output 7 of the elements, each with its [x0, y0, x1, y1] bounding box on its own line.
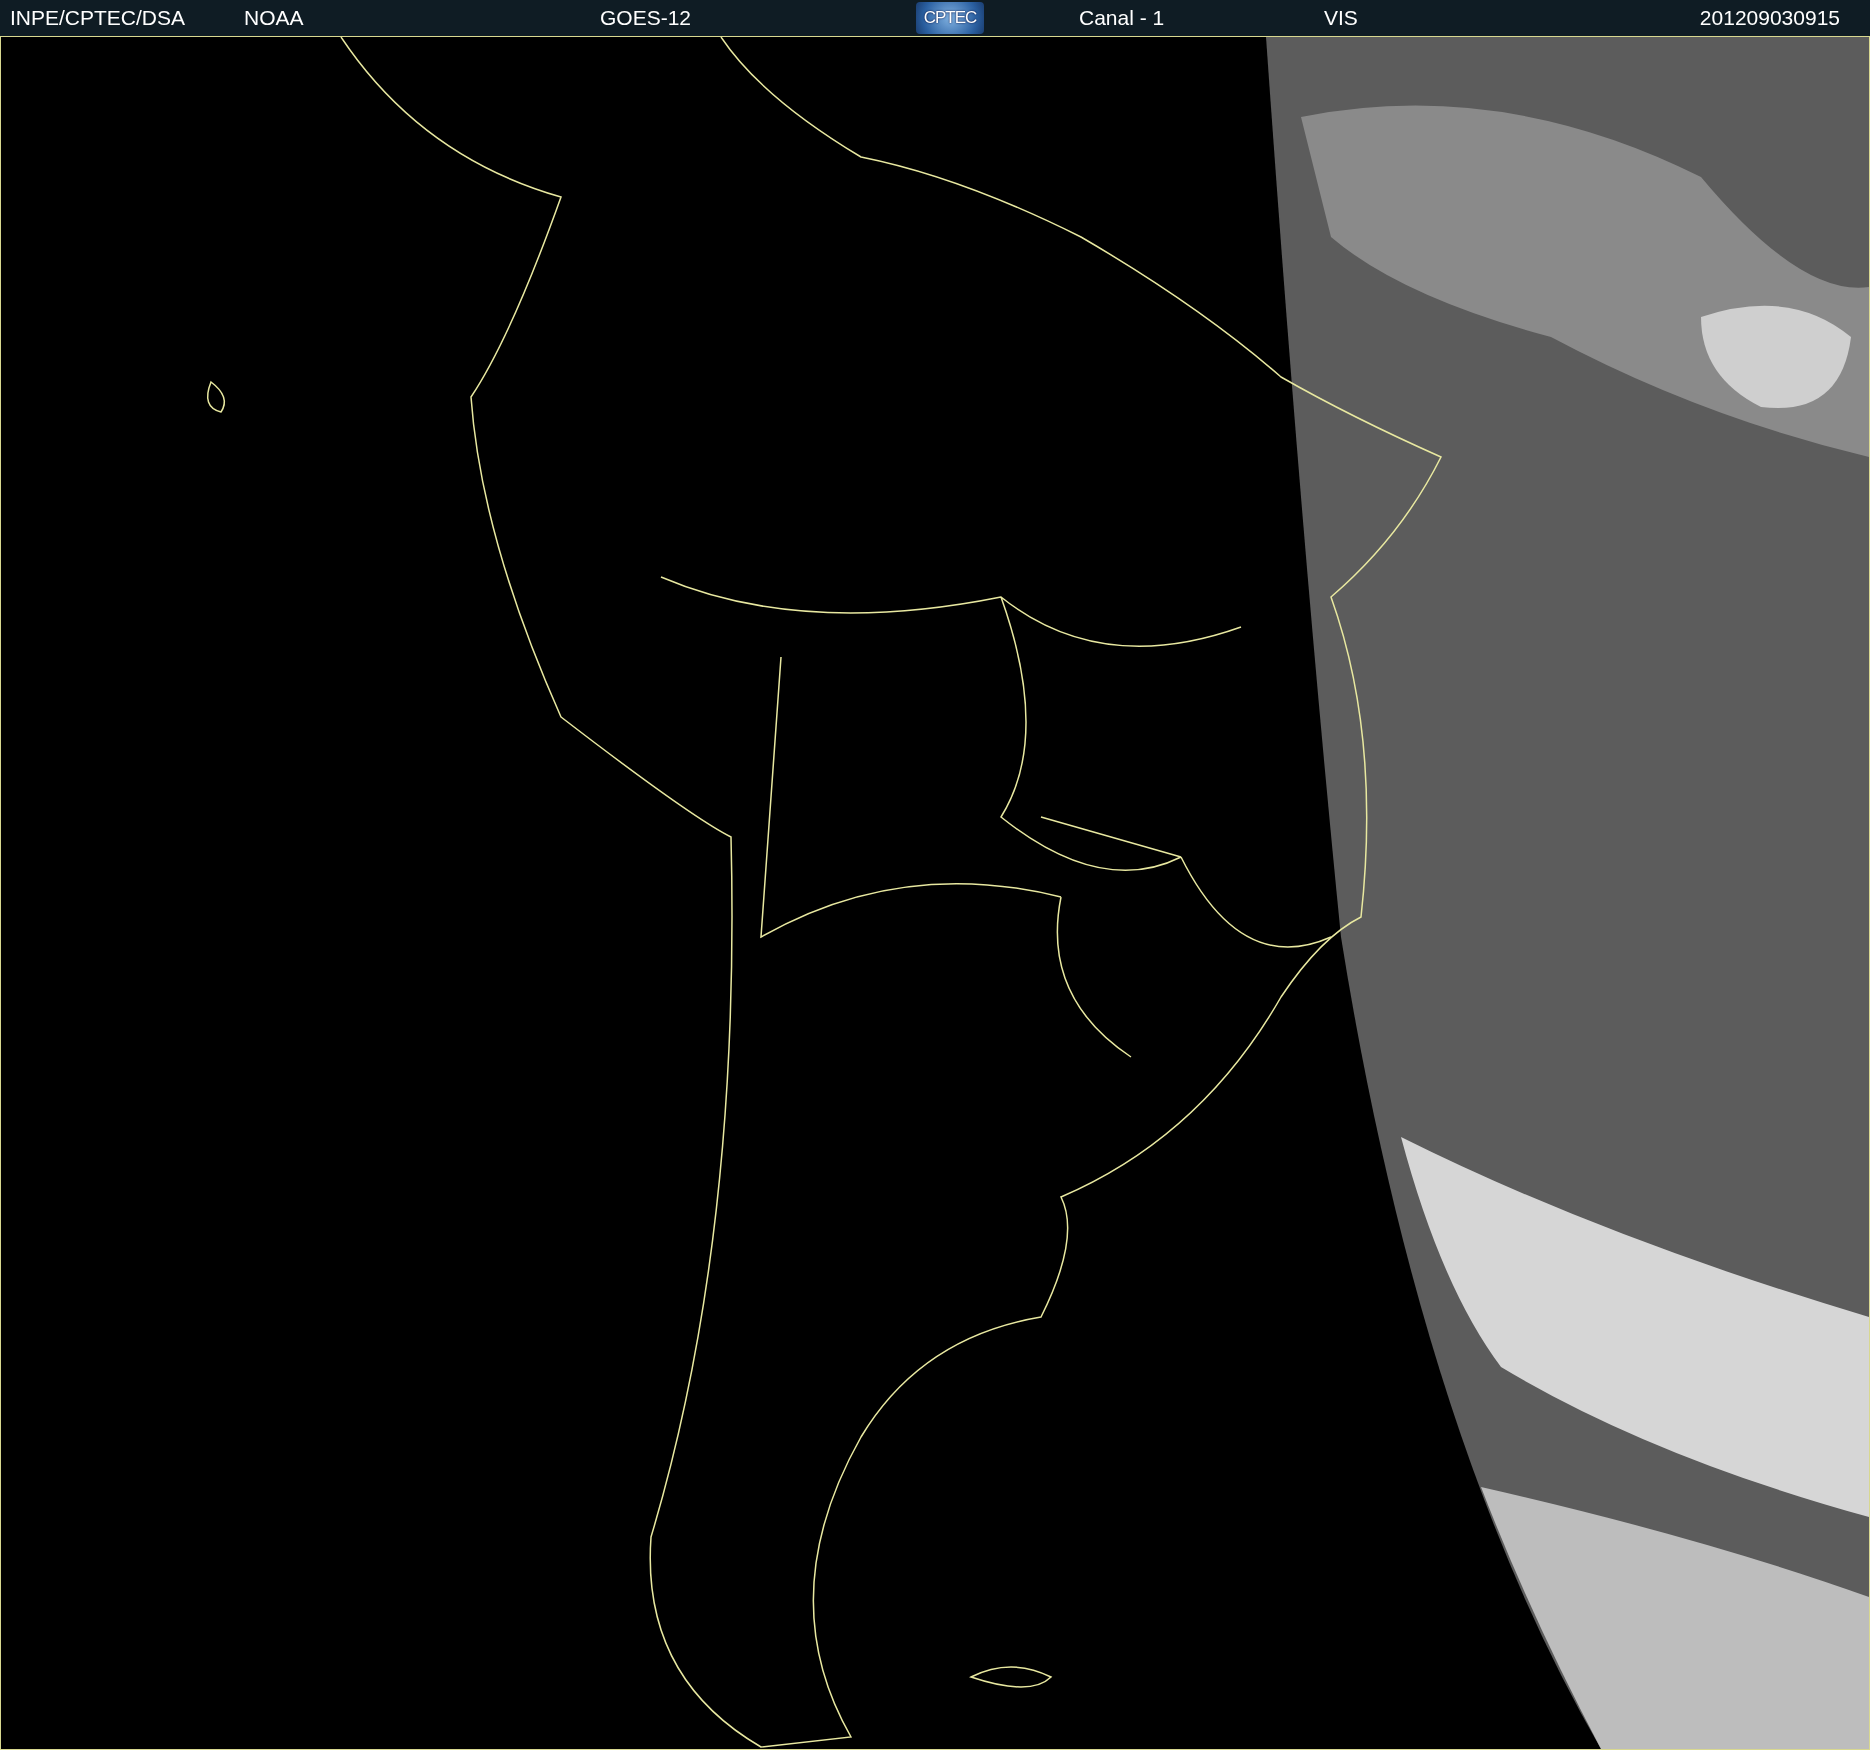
timestamp-label: 201209030915 [1699, 6, 1840, 30]
agency-label: INPE/CPTEC/DSA [10, 6, 186, 30]
band-label: VIS [1324, 6, 1358, 30]
channel-label: Canal - 1 [1079, 6, 1165, 30]
source-label: NOAA [244, 6, 304, 30]
logo: CPTEC [916, 2, 984, 34]
satellite-label: GOES-12 [600, 6, 692, 30]
